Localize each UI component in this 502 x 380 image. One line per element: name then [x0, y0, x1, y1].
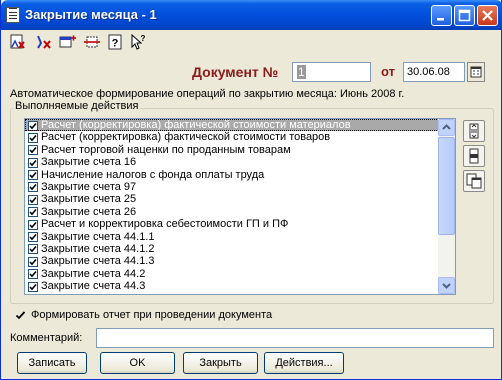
move-rows-icon — [469, 123, 479, 139]
list-item-label: Закрытие счета 16 — [41, 156, 137, 169]
window-title: Закрытие месяца - 1 — [25, 7, 157, 22]
document-number-field[interactable]: 1 — [292, 62, 371, 82]
list-item-label: Начисление налогов с фонда оплаты труда — [41, 168, 265, 181]
document-number-value: 1 — [297, 65, 306, 79]
list-item-checkbox[interactable] — [28, 157, 38, 168]
list-item-checkbox[interactable] — [28, 194, 38, 205]
list-item[interactable]: Начисление налогов с фонда оплаты труда — [25, 169, 439, 181]
maximize-icon — [458, 9, 471, 22]
delete-doc-icon[interactable] — [9, 33, 27, 51]
actions-group-label: Выполняемые действия — [13, 100, 141, 112]
list-item-label: Закрытие счета 44.1.3 — [41, 255, 155, 268]
dialog-window: Закрытие месяца - 1 ? ? Документ № 1 от … — [0, 0, 502, 380]
insert-icon[interactable] — [83, 33, 101, 51]
list-item[interactable]: Закрытие счета 25 — [25, 193, 439, 205]
move-button[interactable] — [463, 120, 485, 142]
list-item[interactable]: Расчет и корректировка себестоимости ГП … — [25, 218, 439, 230]
document-label: Документ № — [192, 64, 279, 80]
list-item[interactable]: Закрытие счета 44.1.3 — [25, 255, 439, 267]
list-item-label: Закрытие счета 25 — [41, 193, 137, 206]
list-item-checkbox[interactable] — [28, 207, 38, 218]
list-item[interactable]: Расчет (корректировка) фактической стоим… — [25, 131, 439, 143]
date-field[interactable]: 30.06.08 — [403, 62, 465, 82]
calendar-button[interactable] — [467, 62, 485, 82]
list-item-checkbox[interactable] — [28, 256, 38, 267]
list-item-checkbox[interactable] — [28, 132, 38, 143]
comment-label: Комментарий: — [10, 332, 83, 344]
actions-list[interactable]: Расчет (корректировка) фактической стоим… — [24, 118, 456, 295]
list-item-checkbox[interactable] — [28, 170, 38, 181]
title-bar[interactable]: Закрытие месяца - 1 — [1, 0, 502, 30]
list-item-checkbox[interactable] — [28, 120, 38, 131]
list-item-label: Расчет (корректировка) фактической стоим… — [41, 131, 331, 144]
list-item[interactable]: Закрытие счета 44.3 — [25, 280, 439, 292]
list-scrollbar[interactable] — [438, 119, 455, 294]
list-item[interactable]: Закрытие счета 16 — [25, 156, 439, 168]
actions-button[interactable]: Действия... — [264, 352, 344, 374]
minimize-button[interactable] — [431, 5, 452, 26]
list-item-checkbox[interactable] — [28, 244, 38, 255]
scroll-down-button[interactable] — [438, 277, 455, 294]
close-button[interactable]: Закрыть — [183, 352, 258, 374]
close-window-button[interactable] — [477, 5, 498, 26]
scroll-thumb[interactable] — [438, 137, 455, 235]
ok-button[interactable]: OK — [100, 352, 175, 374]
add-row-icon[interactable] — [59, 33, 77, 51]
list-item[interactable]: Закрытие счета 97 — [25, 181, 439, 193]
select-button[interactable] — [463, 145, 485, 167]
list-item-label: Закрытие счета 44.1.1 — [41, 230, 155, 243]
list-item-checkbox[interactable] — [28, 145, 38, 156]
list-item[interactable]: Расчет (корректировка) фактической стоим… — [25, 119, 439, 132]
list-item[interactable]: Закрытие счета 26 — [25, 206, 439, 218]
list-item-label: Закрытие счета 44.2 — [41, 267, 146, 280]
maximize-button[interactable] — [454, 5, 475, 26]
scroll-up-button[interactable] — [438, 119, 455, 136]
list-item-checkbox[interactable] — [28, 269, 38, 280]
calendar-icon — [470, 66, 482, 78]
list-item-label: Расчет торговой наценки по проданным тов… — [41, 143, 291, 156]
copy-button[interactable] — [463, 170, 485, 192]
list-item-label: Закрытие счета 97 — [41, 180, 137, 193]
info-text: Автоматическое формирование операций по … — [10, 88, 405, 100]
chevron-up-icon — [442, 124, 451, 130]
list-item-label: Расчет и корректировка себестоимости ГП … — [41, 218, 289, 231]
list-item[interactable]: Расчет торговой наценки по проданным тов… — [25, 144, 439, 156]
document-icon — [6, 7, 20, 23]
help-icon[interactable]: ? — [106, 33, 124, 51]
list-item[interactable]: Закрытие счета 44.1.1 — [25, 231, 439, 243]
delete-icon[interactable] — [35, 33, 53, 51]
close-icon — [482, 10, 493, 21]
copy-icon — [466, 173, 482, 189]
report-checkbox[interactable] — [15, 310, 26, 321]
list-item[interactable]: Закрытие счета 44.1.2 — [25, 243, 439, 255]
list-item-label: Закрытие счета 44.3 — [41, 280, 146, 293]
actions-list-items: Расчет (корректировка) фактической стоим… — [25, 119, 439, 292]
list-item-label: Закрытие счета 44.1.2 — [41, 242, 155, 255]
list-item-checkbox[interactable] — [28, 182, 38, 193]
list-item[interactable]: Закрытие счета 44.2 — [25, 268, 439, 280]
list-item-label: Расчет (корректировка) фактической стоим… — [41, 119, 351, 131]
report-checkbox-label: Формировать отчет при проведении докумен… — [31, 309, 273, 321]
list-item-checkbox[interactable] — [28, 219, 38, 230]
minimize-icon — [437, 18, 444, 21]
pointer-help-icon[interactable]: ? — [129, 33, 147, 51]
chevron-down-icon — [442, 283, 451, 289]
list-item-checkbox[interactable] — [28, 281, 38, 292]
list-item-checkbox[interactable] — [28, 232, 38, 243]
svg-text:?: ? — [112, 38, 119, 50]
list-item-label: Закрытие счета 26 — [41, 205, 137, 218]
select-rows-icon — [469, 148, 479, 164]
date-label: от — [381, 64, 395, 79]
svg-text:?: ? — [141, 34, 146, 43]
save-button[interactable]: Записать — [17, 352, 87, 374]
comment-field[interactable] — [96, 328, 494, 348]
